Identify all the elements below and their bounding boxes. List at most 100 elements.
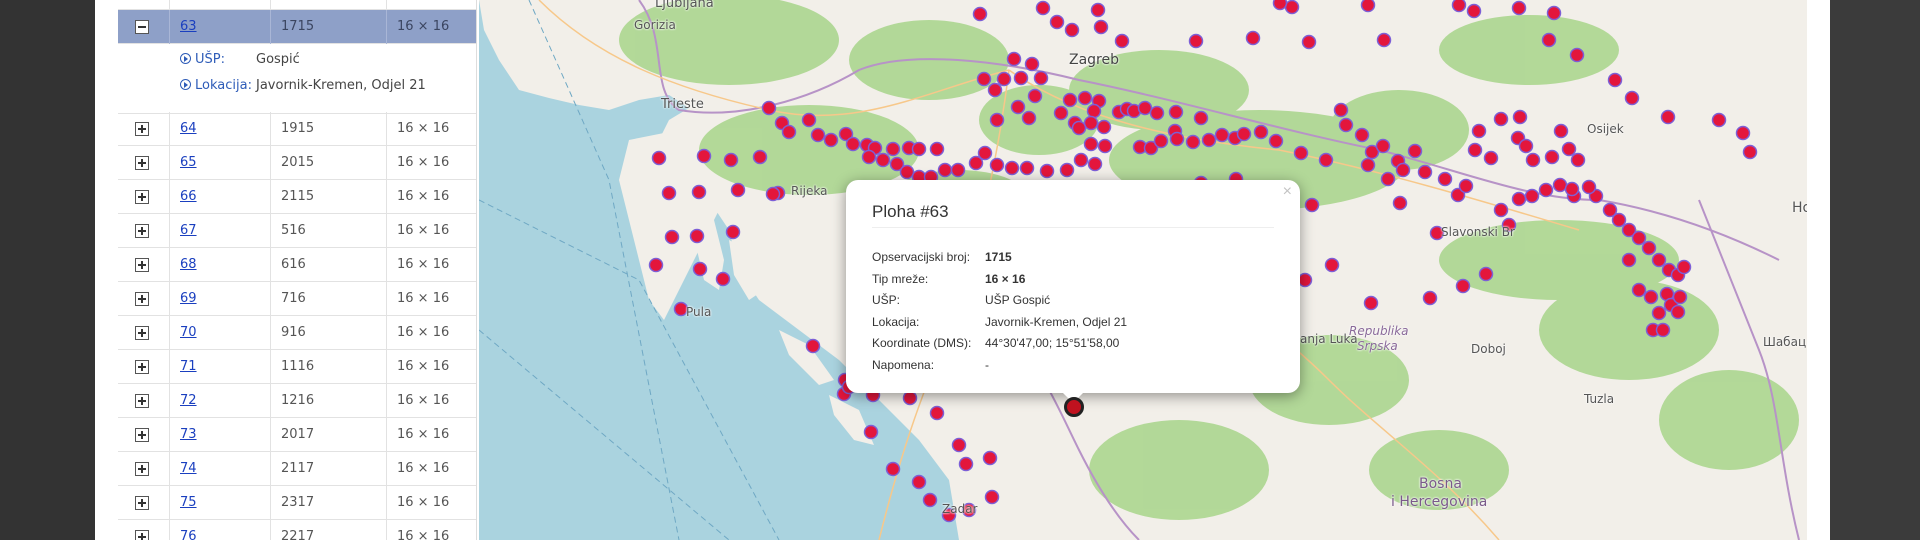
plot-marker[interactable]: [1651, 252, 1667, 268]
plot-marker[interactable]: [691, 184, 707, 200]
plot-marker[interactable]: [929, 405, 945, 421]
plot-marker[interactable]: [1607, 72, 1623, 88]
plot-marker[interactable]: [929, 141, 945, 157]
plot-marker[interactable]: [1518, 138, 1534, 154]
plot-marker[interactable]: [1672, 289, 1688, 305]
plot-marker[interactable]: [1621, 252, 1637, 268]
plot-marker[interactable]: [1407, 143, 1423, 159]
plot-marker[interactable]: [1004, 160, 1020, 176]
plot-marker[interactable]: [1059, 162, 1075, 178]
plot-marker[interactable]: [1641, 240, 1657, 256]
plot-marker[interactable]: [1188, 33, 1204, 49]
expand-icon[interactable]: [135, 530, 149, 540]
plot-marker[interactable]: [801, 112, 817, 128]
expand-icon[interactable]: [135, 292, 149, 306]
plot-link[interactable]: 76: [180, 529, 197, 540]
table-row[interactable]: 71 1116 16 × 16: [118, 350, 476, 384]
plot-marker[interactable]: [1153, 133, 1169, 149]
plot-marker[interactable]: [1376, 32, 1392, 48]
plot-marker[interactable]: [902, 390, 918, 406]
plot-marker[interactable]: [1512, 109, 1528, 125]
plot-marker[interactable]: [1301, 34, 1317, 50]
plot-marker[interactable]: [725, 224, 741, 240]
plot-link[interactable]: 68: [180, 257, 197, 272]
plot-marker[interactable]: [899, 164, 915, 180]
plot-marker[interactable]: [1087, 156, 1103, 172]
plot-marker[interactable]: [1201, 132, 1217, 148]
expand-icon[interactable]: [135, 258, 149, 272]
plot-marker[interactable]: [1466, 3, 1482, 19]
plot-marker[interactable]: [1318, 152, 1334, 168]
plot-marker[interactable]: [1564, 181, 1580, 197]
plot-marker[interactable]: [1027, 88, 1043, 104]
table-row[interactable]: 75 2317 16 × 16: [118, 486, 476, 520]
table-row[interactable]: 69 716 16 × 16: [118, 282, 476, 316]
plot-marker[interactable]: [1338, 117, 1354, 133]
plot-link[interactable]: 71: [180, 359, 197, 374]
plot-marker[interactable]: [761, 100, 777, 116]
plot-marker[interactable]: [1253, 124, 1269, 140]
plot-marker[interactable]: [1354, 127, 1370, 143]
plot-marker[interactable]: [1064, 22, 1080, 38]
table-row[interactable]: 68 616 16 × 16: [118, 248, 476, 282]
plot-marker[interactable]: [1077, 90, 1093, 106]
plot-marker[interactable]: [1039, 163, 1055, 179]
collapse-icon[interactable]: [135, 20, 149, 34]
plot-marker[interactable]: [1611, 212, 1627, 228]
table-row[interactable]: 66 2115 16 × 16: [118, 180, 476, 214]
plot-marker[interactable]: [1624, 90, 1640, 106]
plot-marker[interactable]: [1546, 5, 1562, 21]
plot-marker[interactable]: [1655, 322, 1671, 338]
plot-marker[interactable]: [765, 186, 781, 202]
plot-marker[interactable]: [1670, 304, 1686, 320]
plot-marker[interactable]: [937, 162, 953, 178]
plot-marker[interactable]: [1569, 47, 1585, 63]
expand-icon[interactable]: [135, 326, 149, 340]
plot-marker[interactable]: [1525, 152, 1541, 168]
plot-marker[interactable]: [1193, 110, 1209, 126]
plot-marker[interactable]: [689, 228, 705, 244]
table-row-active[interactable]: 63 1715 16 × 16: [118, 10, 476, 44]
table-row[interactable]: 65 2015 16 × 16: [118, 146, 476, 180]
plot-marker[interactable]: [922, 492, 938, 508]
table-row[interactable]: 64 1915 16 × 16: [118, 112, 476, 146]
plot-link[interactable]: 72: [180, 393, 197, 408]
plot-marker[interactable]: [1493, 111, 1509, 127]
plot-marker[interactable]: [976, 71, 992, 87]
plot-marker[interactable]: [1631, 230, 1647, 246]
plot-marker[interactable]: [1062, 92, 1078, 108]
plot-marker[interactable]: [1169, 131, 1185, 147]
plot-marker[interactable]: [1333, 102, 1349, 118]
plot-marker[interactable]: [1395, 162, 1411, 178]
plot-marker[interactable]: [1293, 145, 1309, 161]
plot-marker[interactable]: [987, 82, 1003, 98]
table-row[interactable]: 76 2217 16 × 16: [118, 520, 476, 540]
plot-marker[interactable]: [1168, 104, 1184, 120]
plot-marker[interactable]: [1360, 0, 1376, 13]
plot-marker[interactable]: [1538, 182, 1554, 198]
plot-marker[interactable]: [1073, 152, 1089, 168]
plot-link[interactable]: 74: [180, 461, 197, 476]
plot-link[interactable]: 63: [180, 19, 197, 34]
expand-icon[interactable]: [135, 122, 149, 136]
plot-marker[interactable]: [1185, 134, 1201, 150]
plot-marker[interactable]: [1035, 0, 1051, 16]
plot-link[interactable]: 75: [180, 495, 197, 510]
plot-marker[interactable]: [1437, 171, 1453, 187]
plot-marker[interactable]: [1570, 152, 1586, 168]
plot-marker[interactable]: [1631, 282, 1647, 298]
plot-marker[interactable]: [730, 182, 746, 198]
plot-marker[interactable]: [996, 71, 1012, 87]
plot-marker[interactable]: [885, 141, 901, 157]
table-row[interactable]: 74 2117 16 × 16: [118, 452, 476, 486]
plot-marker[interactable]: [1451, 0, 1467, 13]
plot-marker[interactable]: [715, 271, 731, 287]
plot-marker[interactable]: [1735, 125, 1751, 141]
plot-marker[interactable]: [692, 261, 708, 277]
plot-marker[interactable]: [1511, 191, 1527, 207]
table-row[interactable]: 70 916 16 × 16: [118, 316, 476, 350]
plot-marker[interactable]: [1019, 160, 1035, 176]
plot-link[interactable]: 70: [180, 325, 197, 340]
plot-marker[interactable]: [1493, 202, 1509, 218]
table-row[interactable]: 67 516 16 × 16: [118, 214, 476, 248]
